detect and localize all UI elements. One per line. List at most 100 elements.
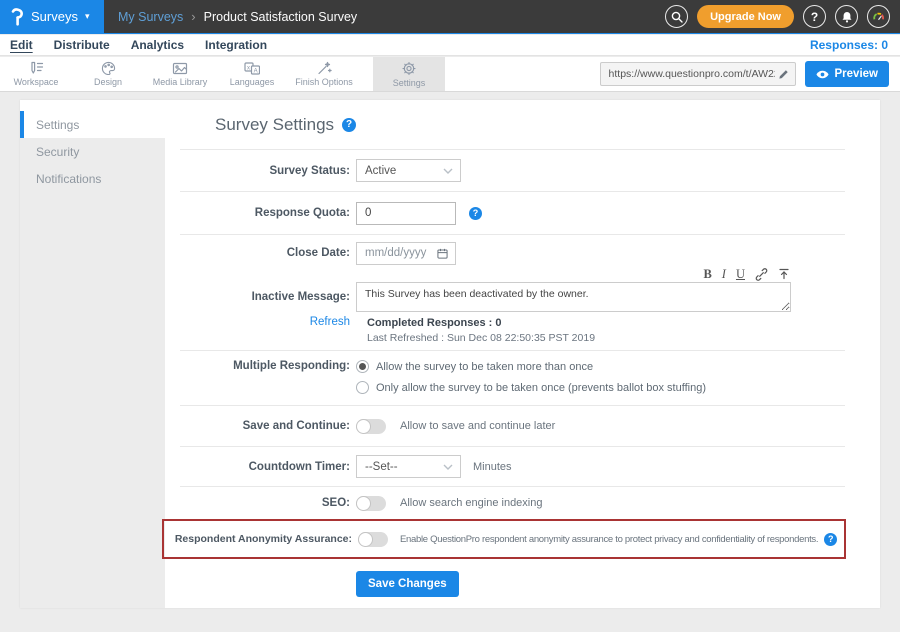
gauge-icon [872,10,885,23]
countdown-timer-select[interactable]: --Set-- [356,455,461,478]
survey-url-box [600,62,796,86]
search-button[interactable] [665,5,688,28]
help-button[interactable]: ? [803,5,826,28]
surveys-product-menu[interactable]: Surveys ▾ [0,0,104,33]
radio-once-only[interactable] [356,381,369,394]
radio-multiple-allowed-label: Allow the survey to be taken more than o… [376,361,593,373]
close-date-input[interactable] [357,247,431,259]
svg-text:A: A [254,68,258,74]
breadcrumb-separator-icon: › [191,9,195,24]
toolbar-tab-label: Finish Options [295,77,353,87]
sidebar-item-security[interactable]: Security [20,138,165,165]
inactive-message-label: Inactive Message: [165,291,350,303]
breadcrumb-current-survey: Product Satisfaction Survey [204,10,358,24]
settings-card: Settings Security Notifications Survey S… [20,100,880,608]
close-date-field[interactable] [356,242,456,265]
seo-toggle[interactable] [356,496,386,511]
help-icon[interactable]: ? [824,533,837,546]
edit-pencil-icon[interactable] [778,69,789,80]
notifications-button[interactable] [835,5,858,28]
help-icon[interactable]: ? [469,207,482,220]
toolbar-tab-workspace[interactable]: Workspace [0,57,72,91]
breadcrumb-my-surveys[interactable]: My Surveys [118,10,183,24]
response-quota-label: Response Quota: [165,207,350,219]
page-title-row: Survey Settings ? [165,100,880,149]
completed-responses-text: Completed Responses : 0 [367,316,595,331]
page-title: Survey Settings [215,115,334,135]
seo-row: SEO: Allow search engine indexing [165,487,880,519]
toolbar-tab-settings[interactable]: Settings [373,57,445,91]
design-palette-icon [101,61,116,75]
chevron-down-icon: ▾ [85,12,90,21]
survey-url-input[interactable] [601,68,778,80]
help-icon[interactable]: ? [342,118,356,132]
response-quota-input[interactable] [356,202,456,225]
svg-text:x: x [247,65,250,71]
survey-settings-form: Survey Settings ? Survey Status: Active [165,100,880,608]
respondent-anonymity-row: Respondent Anonymity Assurance: Enable Q… [162,519,846,559]
nav-tab-analytics[interactable]: Analytics [131,38,184,52]
link-icon[interactable] [755,268,768,281]
save-and-continue-toggle[interactable] [356,419,386,434]
respondent-anonymity-label: Respondent Anonymity Assurance: [164,533,352,545]
survey-status-select[interactable]: Active [356,159,461,182]
responses-summary: Completed Responses : 0 Last Refreshed :… [367,316,595,345]
save-and-continue-row: Save and Continue: Allow to save and con… [165,406,880,446]
upgrade-now-button[interactable]: Upgrade Now [697,5,794,28]
toolbar-tab-finish-options[interactable]: Finish Options [288,57,360,91]
chevron-down-icon [443,464,453,470]
survey-nav: Edit Distribute Analytics Integration Re… [0,35,900,56]
toolbar-tab-label: Workspace [14,77,59,87]
close-date-label: Close Date: [165,247,350,259]
bell-icon [841,11,853,23]
italic-button[interactable]: I [722,268,726,281]
countdown-timer-suffix: Minutes [473,461,512,473]
header-actions: Upgrade Now ? [665,0,900,33]
preview-button[interactable]: Preview [805,61,889,87]
save-and-continue-label: Save and Continue: [165,420,350,432]
dashboard-button[interactable] [867,5,890,28]
respondent-anonymity-toggle[interactable] [358,532,388,547]
multiple-responding-label: Multiple Responding: [165,360,350,372]
translate-icon: x A [244,62,260,75]
workspace-icon [29,61,44,75]
countdown-timer-value: --Set-- [365,461,398,473]
questionpro-settings-page: Surveys ▾ My Surveys › Product Satisfact… [0,0,900,632]
save-changes-button[interactable]: Save Changes [356,571,459,597]
image-icon [172,62,188,75]
content-area: Settings Security Notifications Survey S… [0,92,900,632]
edit-toolbar: Workspace Design Media Library x A Langu [0,57,900,92]
top-header: Surveys ▾ My Surveys › Product Satisfact… [0,0,900,34]
upload-image-icon[interactable] [778,268,790,280]
save-button-row: Save Changes [165,571,880,597]
bold-button[interactable]: B [703,268,711,281]
toolbar-tab-media-library[interactable]: Media Library [144,57,216,91]
toolbar-tab-languages[interactable]: x A Languages [216,57,288,91]
question-mark-icon: ? [811,10,818,24]
toolbar-tab-design[interactable]: Design [72,57,144,91]
eye-icon [816,70,829,79]
close-date-row: Close Date: [165,235,880,267]
calendar-icon[interactable] [437,248,448,259]
multiple-responding-row: Multiple Responding: Allow the survey to… [165,351,880,405]
radio-once-only-label: Only allow the survey to be taken once (… [376,382,706,394]
inactive-message-textarea[interactable]: This Survey has been deactivated by the … [356,282,791,312]
sidebar-item-notifications[interactable]: Notifications [20,165,165,192]
respondent-anonymity-description: Enable QuestionPro respondent anonymity … [400,534,818,545]
survey-status-value: Active [365,165,396,177]
radio-multiple-allowed[interactable] [356,360,369,373]
nav-tab-distribute[interactable]: Distribute [54,38,110,52]
nav-tab-integration[interactable]: Integration [205,38,267,52]
nav-tab-edit[interactable]: Edit [10,38,33,52]
response-quota-row: Response Quota: ? [165,192,880,234]
toolbar-tab-label: Settings [393,78,426,88]
survey-status-label: Survey Status: [165,165,350,177]
settings-sidebar: Settings Security Notifications [20,100,165,608]
last-refreshed-text: Last Refreshed : Sun Dec 08 22:50:35 PST… [367,332,595,344]
underline-button[interactable]: U [736,268,745,281]
sidebar-item-settings[interactable]: Settings [20,111,165,138]
questionpro-logo-icon [11,8,24,26]
refresh-link[interactable]: Refresh [165,316,350,328]
settings-sidebar-list: Settings Security Notifications [20,111,165,608]
toolbar-tab-label: Media Library [153,77,208,87]
